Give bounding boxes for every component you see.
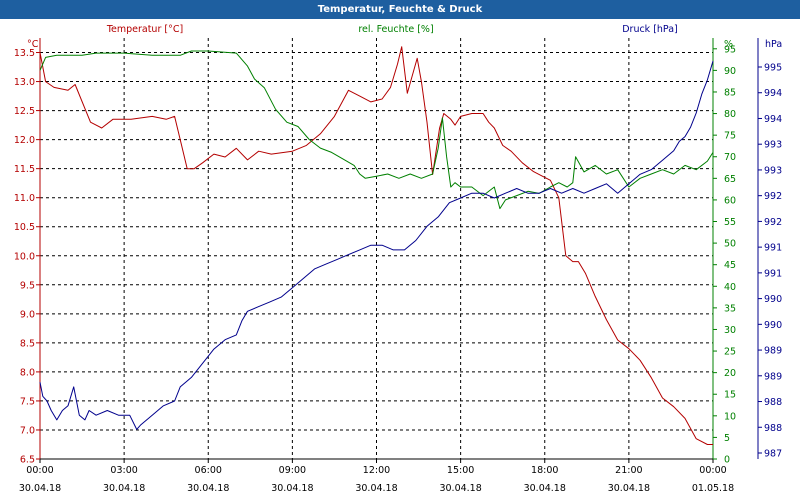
x-tick-label-time: 21:00 xyxy=(615,465,642,476)
x-tick-label-date: 30.04.18 xyxy=(103,483,145,494)
right1-tick-label: 80 xyxy=(724,109,736,120)
left-tick-label: 12.0 xyxy=(14,135,35,146)
left-tick-label: 8.5 xyxy=(20,338,35,349)
x-tick-label-date: 30.04.18 xyxy=(271,483,313,494)
x-tick-label-date: 30.04.18 xyxy=(608,483,650,494)
right2-axis-title: Druck [hPa] xyxy=(622,24,678,35)
x-tick-label-date: 30.04.18 xyxy=(19,483,61,494)
right1-tick-label: 65 xyxy=(724,174,736,185)
right2-tick-label: 994 xyxy=(764,88,782,99)
right1-tick-label: 35 xyxy=(724,303,736,314)
right1-tick-label: 75 xyxy=(724,131,736,142)
left-tick-label: 7.5 xyxy=(20,396,35,407)
right1-tick-label: 10 xyxy=(724,411,736,422)
right2-tick-label: 988 xyxy=(764,423,782,434)
left-tick-label: 12.5 xyxy=(14,106,35,117)
chart-svg: 00:00 30.04.18 03:00 30.04.18 06:00 30.04.18 0… xyxy=(14,24,782,494)
x-tick-label-date: 30.04.18 xyxy=(187,483,229,494)
right2-tick-label: 987 xyxy=(764,449,782,460)
right2-tick-label: 989 xyxy=(764,346,782,357)
right2-axis-unit: hPa xyxy=(765,39,782,50)
left-tick-label: 7.0 xyxy=(20,425,35,436)
right1-tick-label: 85 xyxy=(724,87,736,98)
left-tick-label: 10.5 xyxy=(14,222,35,233)
right2-tick-label: 990 xyxy=(764,320,782,331)
right1-tick-label: 45 xyxy=(724,260,736,271)
right2-tick-label: 993 xyxy=(764,165,782,176)
right2-tick-label: 991 xyxy=(764,268,782,279)
left-axis-unit: °C xyxy=(27,39,39,50)
x-tick-label-time: 06:00 xyxy=(195,465,222,476)
left-tick-label: 8.0 xyxy=(20,367,35,378)
right1-axis-unit: % xyxy=(724,39,733,50)
right1-tick-label: 0 xyxy=(724,455,730,466)
right2-tick-label: 989 xyxy=(764,371,782,382)
right1-tick-label: 15 xyxy=(724,390,736,401)
right2-tick-label: 992 xyxy=(764,217,782,228)
left-tick-label: 9.0 xyxy=(20,309,35,320)
x-tick-label-time: 00:00 xyxy=(699,465,726,476)
x-tick-label-time: 12:00 xyxy=(363,465,390,476)
right1-axis-title: rel. Feuchte [%] xyxy=(358,24,433,35)
x-tick-label-date: 01.05.18 xyxy=(692,483,734,494)
left-tick-label: 9.5 xyxy=(20,280,35,291)
right1-tick-label: 70 xyxy=(724,152,736,163)
right2-tick-label: 992 xyxy=(764,191,782,202)
left-tick-label: 10.0 xyxy=(14,251,35,262)
left-axis-title: Temperatur [°C] xyxy=(106,24,183,35)
right2-tick-label: 994 xyxy=(764,114,782,125)
x-tick-label-time: 03:00 xyxy=(110,465,137,476)
right1-tick-label: 25 xyxy=(724,347,736,358)
left-tick-label: 11.0 xyxy=(14,193,35,204)
right1-tick-label: 30 xyxy=(724,325,736,336)
x-tick-label-date: 30.04.18 xyxy=(355,483,397,494)
x-tick-label-time: 15:00 xyxy=(447,465,474,476)
right1-tick-label: 55 xyxy=(724,217,736,228)
right1-tick-label: 20 xyxy=(724,368,736,379)
right1-tick-label: 40 xyxy=(724,282,736,293)
x-tick-label-time: 18:00 xyxy=(531,465,558,476)
right2-tick-label: 990 xyxy=(764,294,782,305)
left-tick-label: 13.0 xyxy=(14,77,35,88)
right1-tick-label: 90 xyxy=(724,66,736,77)
x-tick-label-time: 00:00 xyxy=(26,465,53,476)
right2-tick-label: 991 xyxy=(764,243,782,254)
left-tick-label: 11.5 xyxy=(14,164,35,175)
right1-tick-label: 60 xyxy=(724,195,736,206)
right1-tick-label: 50 xyxy=(724,239,736,250)
right2-tick-label: 995 xyxy=(764,63,782,74)
right2-tick-label: 993 xyxy=(764,140,782,151)
left-tick-label: 6.5 xyxy=(20,455,35,466)
x-tick-label-time: 09:00 xyxy=(279,465,306,476)
right2-tick-label: 988 xyxy=(764,397,782,408)
x-tick-label-date: 30.04.18 xyxy=(439,483,481,494)
right1-tick-label: 5 xyxy=(724,433,730,444)
x-tick-label-date: 30.04.18 xyxy=(524,483,566,494)
